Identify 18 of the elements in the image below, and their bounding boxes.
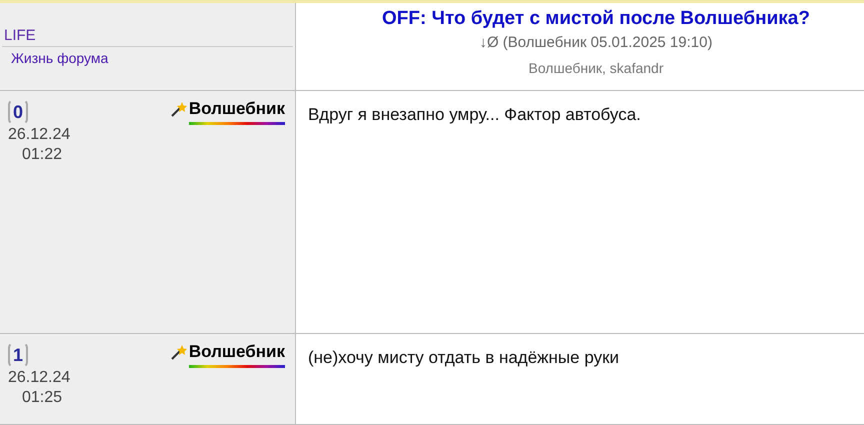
- forum-code[interactable]: LIFE: [2, 27, 36, 44]
- participants: Волшебник, skafandr: [528, 60, 664, 76]
- author-name[interactable]: Волшебник: [188, 342, 285, 368]
- magic-wand-icon: [170, 100, 188, 118]
- last-post-info: (Волшебник 05.01.2025 19:10): [502, 34, 712, 51]
- post-date: 26.12.24: [8, 125, 70, 145]
- magic-wand-icon: [170, 343, 188, 361]
- post-number[interactable]: 1: [8, 342, 28, 368]
- author-name[interactable]: Волшебник: [188, 99, 285, 125]
- post-text: Вдруг я внезапно умру... Фактор автобуса.: [308, 105, 641, 124]
- post-time: 01:22: [21, 145, 62, 165]
- post-date: 26.12.24: [8, 368, 70, 388]
- forum-name-link[interactable]: Жизнь форума: [2, 50, 108, 66]
- last-post-link[interactable]: ↓Ø: [480, 34, 499, 51]
- topic-title[interactable]: OFF: Что будет с мистой после Волшебника?: [382, 8, 810, 30]
- post-number[interactable]: 0: [8, 99, 28, 125]
- post-time: 01:25: [21, 388, 62, 408]
- post-text: (не)хочу мисту отдать в надёжные руки: [308, 348, 620, 367]
